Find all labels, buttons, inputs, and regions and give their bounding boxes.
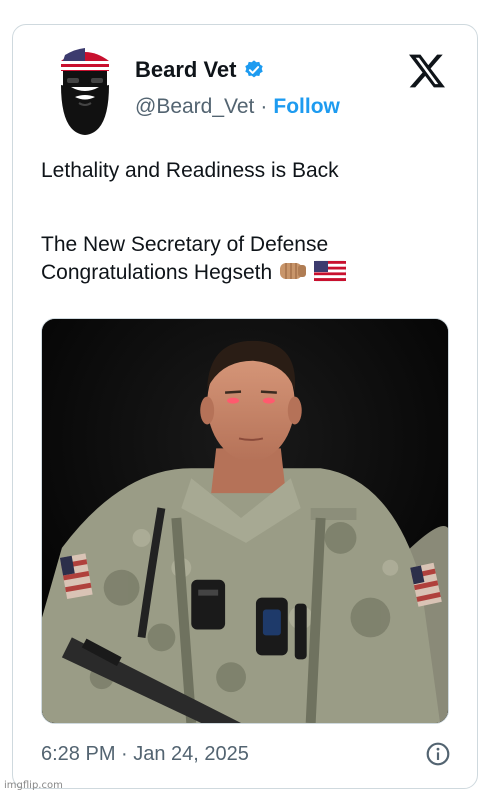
tweet-media-photo[interactable] (41, 318, 449, 724)
bearded-man-flag-bandana-icon[interactable] (55, 47, 115, 137)
tweet-text-line: The New Secretary of Defense (41, 233, 329, 256)
info-icon[interactable] (425, 741, 451, 767)
tweet-card[interactable]: Beard Vet @Beard_Vet · Follow Lethality … (12, 24, 478, 789)
imgflip-watermark: imgflip.com (4, 780, 63, 791)
x-logo-icon[interactable] (407, 53, 447, 89)
soldier-photo-image (42, 319, 448, 723)
author-handle[interactable]: @Beard_Vet (135, 95, 254, 119)
tweet-timestamp[interactable]: 6:28 PM · Jan 24, 2025 (41, 743, 249, 766)
tweet-text-line-with-emojis: Congratulations Hegseth (41, 259, 461, 287)
author-name-row[interactable]: Beard Vet (135, 57, 265, 83)
tweet-header: Beard Vet @Beard_Vet · Follow (13, 25, 477, 135)
author-display-name[interactable]: Beard Vet (135, 57, 237, 83)
tweet-footer: 6:28 PM · Jan 24, 2025 (41, 741, 451, 767)
tweet-text: Lethality and Readiness is Back The New … (41, 157, 461, 287)
tweet-text-line: Lethality and Readiness is Back (41, 159, 339, 182)
fist-bump-emoji (280, 263, 307, 279)
follow-button[interactable]: Follow (273, 95, 340, 119)
verified-badge-icon (244, 60, 263, 78)
us-flag-emoji (314, 260, 347, 282)
tweet-text-line: Congratulations Hegseth (41, 261, 273, 284)
handle-separator: · (260, 95, 268, 118)
author-handle-row: @Beard_Vet · Follow (135, 95, 340, 119)
